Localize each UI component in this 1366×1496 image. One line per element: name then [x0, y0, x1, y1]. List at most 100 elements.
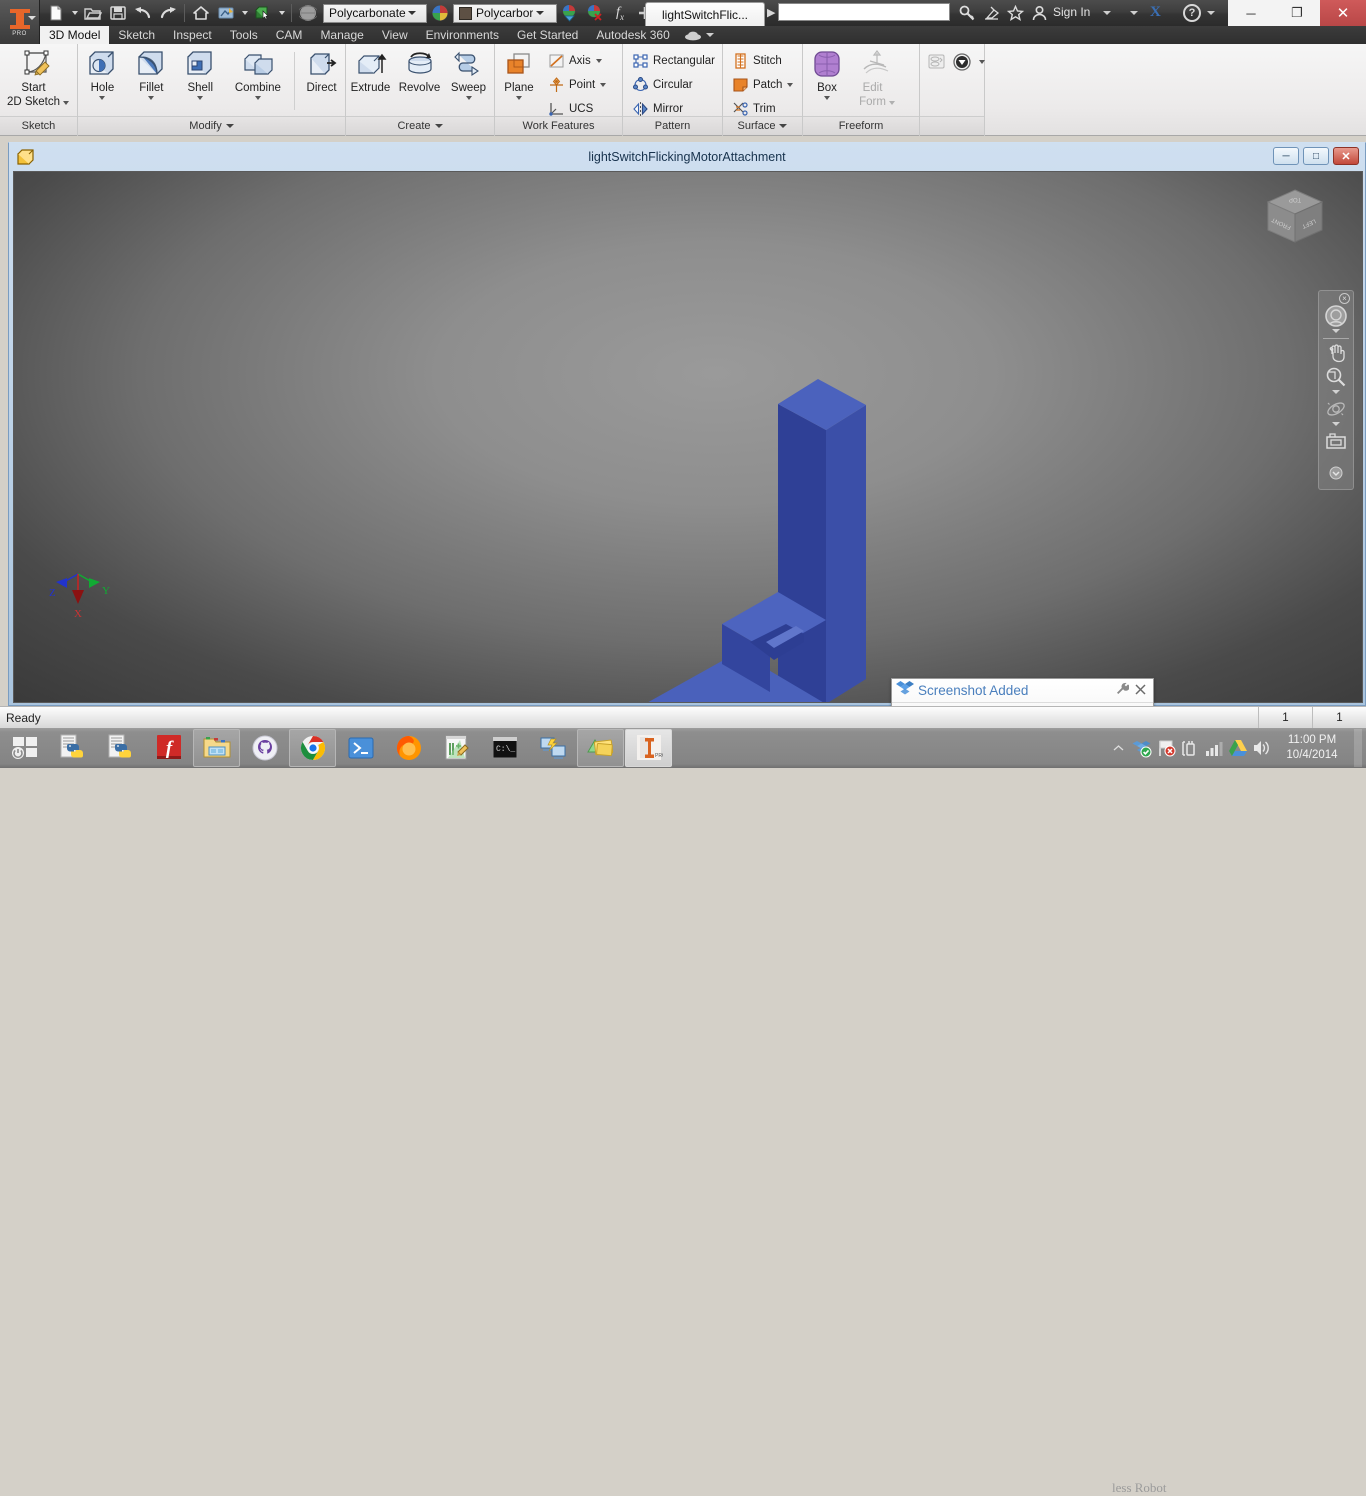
taskbar-item-explorer[interactable]: [193, 729, 240, 767]
freeform-box-button[interactable]: Box: [803, 48, 851, 100]
look-at-button[interactable]: [1319, 429, 1353, 453]
window-maximize-button[interactable]: ❐: [1274, 0, 1320, 26]
fillet-caret-icon[interactable]: [148, 96, 155, 100]
star-icon[interactable]: [1005, 3, 1025, 23]
ucs-button[interactable]: UCS: [543, 97, 608, 121]
zoom-button[interactable]: [1319, 365, 1353, 389]
qat-select-button[interactable]: [251, 2, 275, 24]
panel-create-label[interactable]: Create: [346, 116, 494, 135]
taskbar-item-photo-gallery[interactable]: [577, 729, 624, 767]
rectangular-pattern-button[interactable]: Rectangular: [627, 49, 717, 73]
volume-speaker-icon[interactable]: [1250, 729, 1274, 767]
qat-open-button[interactable]: [81, 2, 105, 24]
account-person-icon[interactable]: [1029, 3, 1049, 23]
revolve-button[interactable]: Revolve: [395, 48, 444, 94]
direct-edit-button[interactable]: Direct: [298, 48, 345, 94]
chevron-up-icon[interactable]: [1106, 729, 1130, 767]
work-axis-caret-icon[interactable]: [595, 59, 602, 63]
steering-wheel-caret-icon[interactable]: [1332, 329, 1340, 333]
qat-update-dropdown-icon[interactable]: [239, 2, 250, 24]
work-plane-button[interactable]: Plane: [495, 48, 543, 100]
close-x-icon[interactable]: [1135, 682, 1146, 700]
document-tab[interactable]: lightSwitchFlic...: [645, 2, 765, 26]
application-menu-caret-icon[interactable]: [28, 16, 36, 20]
material-selector-caret-icon[interactable]: [406, 11, 419, 15]
trim-button[interactable]: Trim: [727, 97, 795, 121]
taskbar-item-github[interactable]: [241, 729, 288, 767]
tab-sketch[interactable]: Sketch: [109, 26, 164, 44]
tab-tools[interactable]: Tools: [221, 26, 267, 44]
tab-autodesk-360[interactable]: Autodesk 360: [587, 26, 678, 44]
exchange-caret-icon[interactable]: [1130, 11, 1138, 15]
hole-caret-icon[interactable]: [99, 96, 106, 100]
qat-undo-button[interactable]: [131, 2, 155, 24]
panel-surface-caret-icon[interactable]: [779, 124, 788, 128]
ribbon-cloud-status[interactable]: [679, 26, 718, 44]
3d-viewport[interactable]: TOP FRONT LEFT × Z Y X: [13, 171, 1363, 703]
pan-button[interactable]: [1319, 341, 1353, 365]
combine-caret-icon[interactable]: [254, 96, 261, 100]
taskbar-item-command-prompt[interactable]: C:\_: [481, 729, 528, 767]
patch-button[interactable]: Patch: [727, 73, 795, 97]
sweep-button[interactable]: Sweep: [444, 48, 493, 100]
document-minimize-button[interactable]: ─: [1273, 147, 1299, 165]
sign-in-button[interactable]: Sign In: [1053, 5, 1090, 19]
panel-modify-caret-icon[interactable]: [225, 124, 234, 128]
document-close-button[interactable]: ✕: [1333, 147, 1359, 165]
show-desktop-button[interactable]: [1354, 729, 1362, 767]
cloud-caret-icon[interactable]: [705, 33, 714, 37]
qat-update-button[interactable]: [214, 2, 238, 24]
taskbar-item-firefox[interactable]: [385, 729, 432, 767]
qat-adjust-appearance-button[interactable]: [558, 2, 582, 24]
qat-new-dropdown-icon[interactable]: [69, 2, 80, 24]
plastic-features-caret-icon[interactable]: [979, 60, 985, 64]
help-caret-icon[interactable]: [1207, 11, 1215, 15]
work-axis-button[interactable]: Axis: [543, 49, 608, 73]
taskbar-clock[interactable]: 11:00 PM 10/4/2014: [1274, 733, 1350, 763]
sweep-caret-icon[interactable]: [465, 96, 472, 100]
satellite-dish-icon[interactable]: [981, 3, 1001, 23]
start-button[interactable]: [1, 729, 48, 767]
navbar-menu-button[interactable]: [1329, 466, 1343, 485]
taskbar-item-notepadpp[interactable]: [433, 729, 480, 767]
work-point-button[interactable]: Point: [543, 73, 608, 97]
combine-button[interactable]: Combine: [225, 48, 291, 100]
orbit-caret-icon[interactable]: [1332, 422, 1340, 426]
tab-manage[interactable]: Manage: [311, 26, 372, 44]
shell-caret-icon[interactable]: [197, 96, 204, 100]
freeform-box-caret-icon[interactable]: [824, 96, 830, 100]
fillet-button[interactable]: Fillet: [127, 48, 176, 100]
window-minimize-button[interactable]: ─: [1228, 0, 1274, 26]
orbit-button[interactable]: [1319, 397, 1353, 421]
model-geometry[interactable]: [14, 172, 1363, 703]
window-close-button[interactable]: ✕: [1320, 0, 1366, 26]
material-selector[interactable]: Polycarbonate: [323, 3, 427, 23]
application-menu-button[interactable]: PRO: [0, 0, 40, 44]
taskbar-item-python-2[interactable]: [97, 729, 144, 767]
taskbar-item-inventor[interactable]: PRO: [625, 729, 672, 767]
document-restore-button[interactable]: □: [1303, 147, 1329, 165]
help-button[interactable]: ?: [1183, 4, 1201, 22]
plastic-features-button[interactable]: [950, 50, 987, 74]
tab-view[interactable]: View: [373, 26, 417, 44]
qat-parameters-button[interactable]: fx: [608, 2, 632, 24]
network-signal-icon[interactable]: [1202, 729, 1226, 767]
appearance-selector-caret-icon[interactable]: [533, 11, 546, 15]
qat-appearance-sphere-icon[interactable]: [428, 2, 452, 24]
action-center-flag-icon[interactable]: [1154, 729, 1178, 767]
tab-cam[interactable]: CAM: [267, 26, 312, 44]
google-drive-icon[interactable]: [1226, 729, 1250, 767]
taskbar-item-flash[interactable]: f: [145, 729, 192, 767]
qat-save-button[interactable]: [106, 2, 130, 24]
panel-create-caret-icon[interactable]: [434, 124, 443, 128]
mirror-button[interactable]: Mirror: [627, 97, 717, 121]
view-cube[interactable]: TOP FRONT LEFT: [1262, 184, 1328, 250]
circular-pattern-button[interactable]: Circular: [627, 73, 717, 97]
taskbar-item-remote-desktop[interactable]: [529, 729, 576, 767]
taskbar-item-chrome[interactable]: [289, 729, 336, 767]
tab-get-started[interactable]: Get Started: [508, 26, 587, 44]
zoom-caret-icon[interactable]: [1332, 390, 1340, 394]
qat-clear-appearance-button[interactable]: [583, 2, 607, 24]
usb-safely-remove-icon[interactable]: [1178, 729, 1202, 767]
tab-environments[interactable]: Environments: [417, 26, 508, 44]
